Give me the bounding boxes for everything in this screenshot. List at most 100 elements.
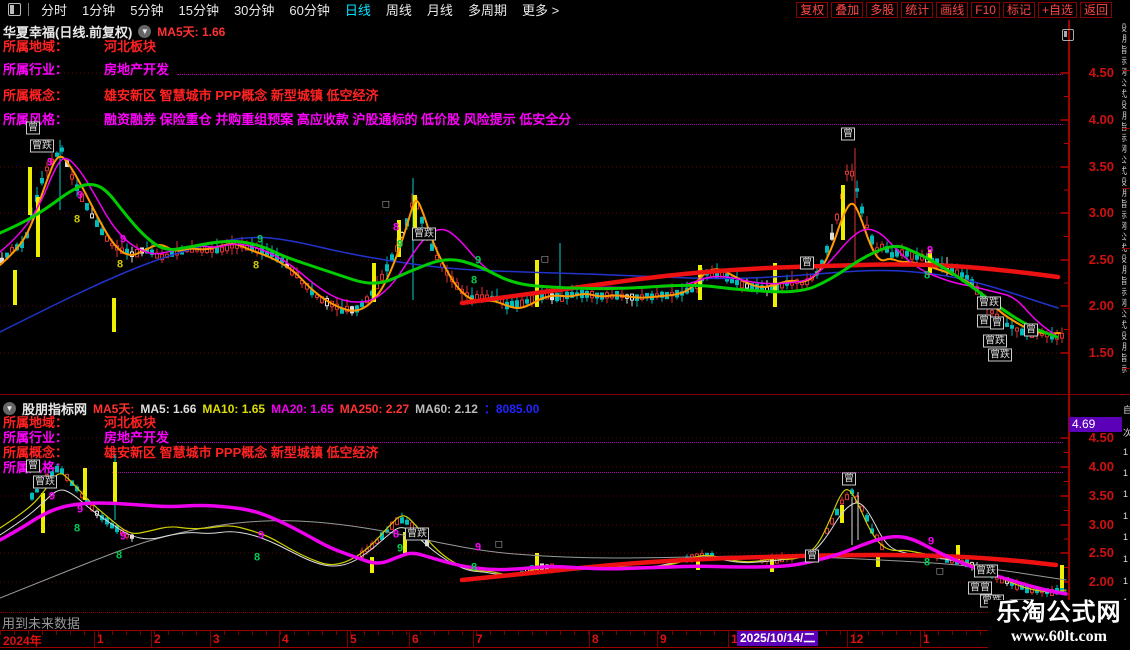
annotation-marker: 9 — [257, 529, 265, 542]
strip-glyph: 股 — [1122, 331, 1128, 341]
period-tab-15分钟[interactable]: 15分钟 — [178, 0, 218, 19]
strip-glyph: 股 — [1122, 177, 1128, 187]
annotation-label: 曾跌 — [33, 475, 57, 489]
strip-glyph: 股 — [1122, 254, 1128, 264]
period-tab-60分钟[interactable]: 60分钟 — [289, 0, 329, 19]
period-tab-月线[interactable]: 月线 — [427, 0, 453, 19]
strip-glyph: 1 — [1123, 489, 1129, 499]
strip-glyph: 1 — [1123, 554, 1129, 564]
annotation-marker: 8 — [392, 221, 400, 234]
selected-date-badge: 2025/10/14/二 — [737, 631, 819, 646]
annotation-label: 曾 — [26, 459, 40, 473]
annotation-marker: □ — [382, 198, 390, 211]
month-label: 9 — [660, 632, 667, 646]
month-label: 6 — [412, 632, 419, 646]
panel-maximize-icon[interactable] — [1062, 29, 1074, 41]
strip-glyph: 指 — [1122, 276, 1128, 286]
month-separator — [920, 631, 921, 647]
period-tab-1分钟[interactable]: 1分钟 — [82, 0, 115, 19]
axis-tick-label: 2.50 — [1088, 252, 1114, 267]
indicator-panel-header: ▼ 股朋指标网 MA5天: MA5: 1.66 MA10: 1.65 MA20: 1.… — [3, 399, 539, 418]
period-tab-5分钟[interactable]: 5分钟 — [130, 0, 163, 19]
strip-glyph: 朋 — [1122, 342, 1128, 352]
annotation-label: 曾跌 — [977, 296, 1001, 310]
annotation-marker: 8 — [116, 258, 124, 271]
price-axis-line — [1068, 20, 1070, 646]
period-tab-30分钟[interactable]: 30分钟 — [234, 0, 274, 19]
strip-glyph: 标 — [1122, 287, 1128, 297]
strip-glyph: 股 — [1122, 100, 1128, 110]
toolbar-button-画线[interactable]: 画线 — [936, 1, 969, 18]
indicator-chart[interactable] — [0, 412, 1068, 612]
axis-tick-label: 2.50 — [1088, 545, 1114, 560]
watermark: 乐淘公式网 www.60lt.com — [988, 600, 1130, 650]
strip-separator — [1122, 70, 1130, 71]
ma-value: ：8085.00 — [483, 402, 540, 416]
ma-value: MA250: 2.27 — [339, 401, 410, 416]
main-chart-header: 华夏幸福(日线.前复权) ▼ MA5天: 1.66 — [3, 22, 225, 41]
month-separator — [94, 631, 95, 647]
chevron-down-icon[interactable]: ▼ — [138, 25, 152, 38]
period-tab-分时[interactable]: 分时 — [41, 0, 67, 19]
strip-glyph: 标 — [1122, 133, 1128, 143]
toolbar-button-多股[interactable]: 多股 — [866, 1, 899, 18]
strip-glyph: 网 — [1122, 298, 1128, 308]
period-tabs: 分时 1分钟 5分钟 15分钟 30分钟 60分钟 日线 周线 月线 多周期 更多 > — [41, 0, 574, 19]
main-candlestick-chart[interactable] — [0, 20, 1068, 394]
strip-glyph: 标 — [1122, 364, 1128, 374]
strip-glyph: 指 — [1122, 45, 1128, 55]
toolbar-button-复权[interactable]: 复权 — [796, 1, 829, 18]
month-label: 1 — [923, 632, 930, 646]
period-tab-周线[interactable]: 周线 — [386, 0, 412, 19]
strip-separator — [1122, 368, 1130, 369]
grid-dotted-line — [0, 612, 1068, 613]
toolbar-button-叠加[interactable]: 叠加 — [831, 1, 864, 18]
annotation-marker: 9 — [119, 233, 127, 246]
toolbar-button-返回[interactable]: 返回 — [1079, 1, 1112, 18]
annotation-marker: 9 — [76, 503, 84, 516]
strip-glyph: 朋 — [1122, 34, 1128, 44]
strip-glyph: 1 — [1123, 447, 1129, 457]
strip-glyph: 公 — [1122, 309, 1128, 319]
toolbar-divider — [28, 3, 29, 16]
annotation-marker: 9 — [46, 156, 54, 169]
annotation-label: 曾 — [1024, 323, 1038, 337]
month-separator — [589, 631, 590, 647]
annotation-marker: 8 — [73, 213, 81, 226]
annotation-label: 曾跌 — [405, 527, 429, 541]
last-value-badge: 4.69 — [1069, 417, 1123, 432]
period-tab-更多 >[interactable]: 更多 > — [522, 0, 559, 19]
strip-glyph: 朋 — [1122, 265, 1128, 275]
month-separator — [409, 631, 410, 647]
chevron-down-icon[interactable]: ▼ — [3, 402, 16, 415]
annotation-marker: 9 — [256, 233, 264, 246]
strip-glyph: 朋 — [1122, 188, 1128, 198]
annotation-marker: 8 — [392, 528, 400, 541]
annotation-marker: 9 — [926, 244, 934, 257]
month-separator — [210, 631, 211, 647]
annotation-label: 曾 — [841, 127, 855, 141]
ma-value: MA60: 2.12 — [415, 401, 478, 416]
strip-glyph: 1 — [1123, 576, 1129, 586]
annotation-marker: 9 — [119, 530, 127, 543]
toolbar-button-统计[interactable]: 统计 — [901, 1, 934, 18]
period-tab-多周期[interactable]: 多周期 — [468, 0, 507, 19]
period-tab-日线[interactable]: 日线 — [345, 0, 371, 19]
axis-tick-label: 3.50 — [1088, 488, 1114, 503]
month-separator — [279, 631, 280, 647]
annotation-label: 曾 — [26, 121, 40, 135]
axis-tick-label: 2.00 — [1088, 574, 1114, 589]
watermark-url: www.60lt.com — [1011, 628, 1107, 645]
toolbar-button-+自选[interactable]: +自选 — [1037, 1, 1077, 18]
strip-separator — [1122, 394, 1130, 395]
toolbar-button-标记[interactable]: 标记 — [1002, 1, 1035, 18]
toolbar-button-F10[interactable]: F10 — [971, 1, 1000, 18]
annotation-marker: 8 — [252, 259, 260, 272]
strip-glyph: 1 — [1123, 532, 1129, 542]
month-separator — [657, 631, 658, 647]
month-label: 7 — [476, 632, 483, 646]
annotation-marker: 8 — [923, 556, 931, 569]
layout-toggle-icon[interactable] — [8, 3, 21, 16]
watermark-title: 乐淘公式网 — [996, 600, 1122, 626]
time-axis[interactable]: 2024年 2025/10/14/二 1 2 3 4 5 6 7 8 9 1 12 1 — [0, 630, 1122, 648]
